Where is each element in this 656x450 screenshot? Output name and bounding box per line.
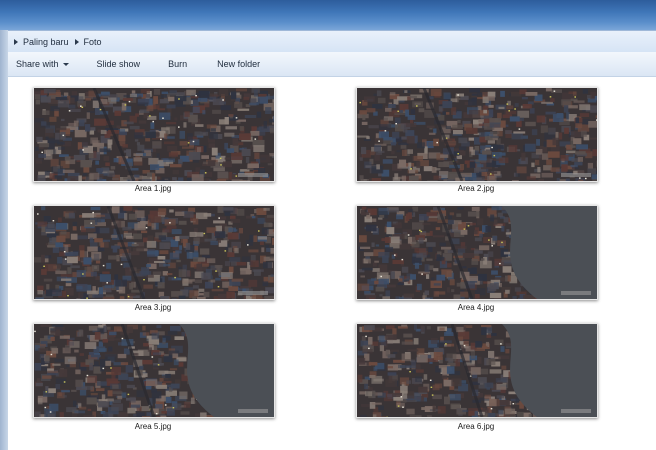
slide-show-button[interactable]: Slide show — [91, 54, 147, 74]
aerial-photo-image — [357, 88, 597, 181]
address-bar[interactable]: Paling baru Foto — [8, 30, 656, 53]
file-thumbnail-area-2[interactable] — [356, 87, 598, 182]
slide-show-label: Slide show — [96, 59, 141, 69]
command-bar: Share with Slide show Burn New folder — [8, 52, 656, 77]
file-name-area-4[interactable]: Area 4.jpg — [356, 303, 596, 312]
new-folder-button[interactable]: New folder — [211, 54, 266, 74]
breadcrumb-arrow-icon[interactable] — [14, 38, 18, 45]
aerial-photo-image — [357, 324, 597, 417]
file-thumbnail-area-3[interactable] — [33, 205, 275, 300]
file-name-area-5[interactable]: Area 5.jpg — [33, 422, 273, 431]
file-name-area-3[interactable]: Area 3.jpg — [33, 303, 273, 312]
file-thumbnail-area-1[interactable] — [33, 87, 275, 182]
file-name-area-2[interactable]: Area 2.jpg — [356, 184, 596, 193]
new-folder-label: New folder — [217, 59, 261, 69]
aerial-photo-image — [357, 206, 597, 299]
breadcrumb-arrow-icon[interactable] — [74, 38, 79, 45]
file-thumbnail-area-6[interactable] — [356, 323, 598, 418]
file-thumbnail-area-4[interactable] — [356, 205, 598, 300]
breadcrumb-item-foto[interactable]: Foto — [84, 37, 102, 47]
burn-button[interactable]: Burn — [162, 54, 193, 74]
file-list: Area 1.jpg Area 2.jpg Area 3.jpg Area 4.… — [8, 77, 656, 450]
aerial-photo-image — [34, 324, 274, 417]
file-name-area-6[interactable]: Area 6.jpg — [356, 422, 596, 431]
share-with-button[interactable]: Share with — [10, 54, 75, 74]
chevron-down-icon — [62, 62, 69, 66]
aerial-photo-image — [34, 88, 274, 181]
file-thumbnail-area-5[interactable] — [33, 323, 275, 418]
file-name-area-1[interactable]: Area 1.jpg — [33, 184, 273, 193]
burn-label: Burn — [168, 59, 188, 69]
window-titlebar[interactable] — [0, 0, 656, 30]
window-left-border — [0, 30, 8, 450]
explorer-window: Paling baru Foto Share with Slide show B… — [0, 0, 656, 450]
share-with-label: Share with — [16, 59, 59, 69]
aerial-photo-image — [34, 206, 274, 299]
breadcrumb-item-paling-baru[interactable]: Paling baru — [23, 37, 69, 47]
